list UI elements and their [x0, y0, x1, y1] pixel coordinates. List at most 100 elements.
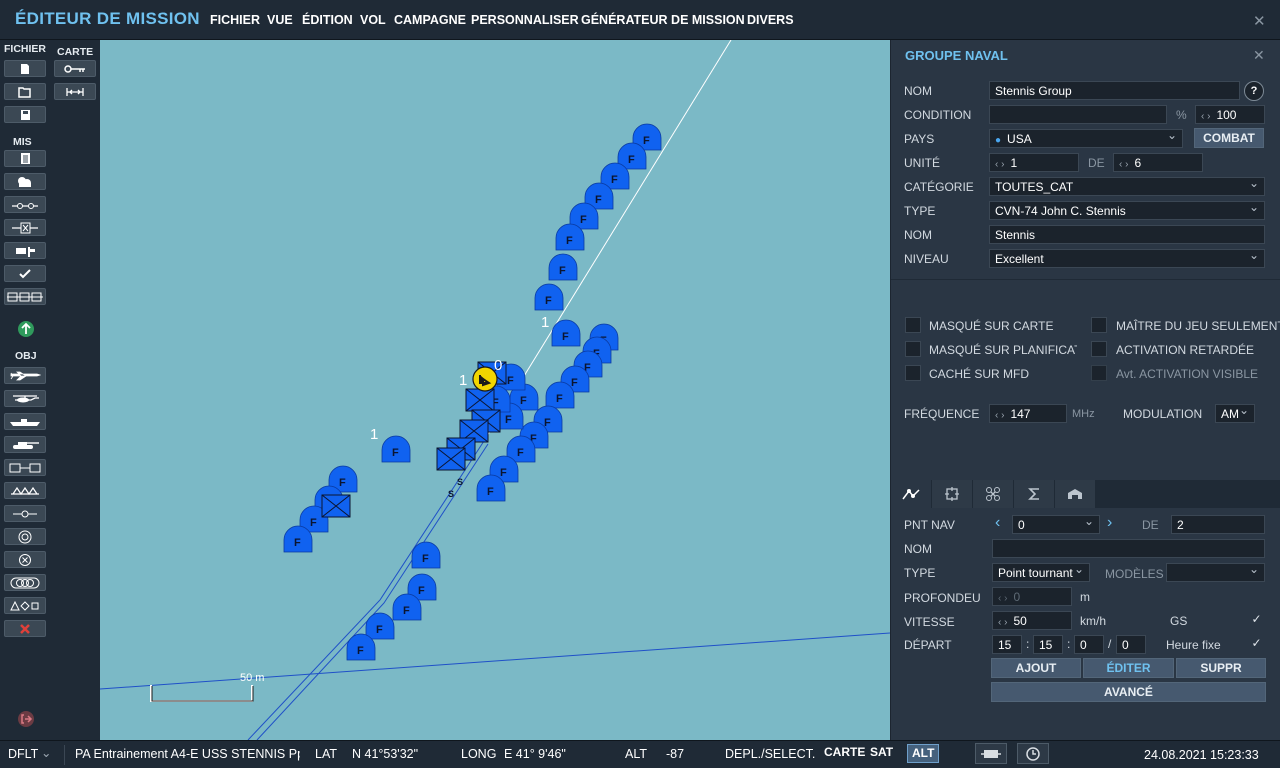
group-button[interactable] [4, 288, 46, 305]
hidden-on-planner-checkbox[interactable] [905, 341, 921, 357]
map-ruler-button[interactable] [54, 83, 96, 100]
layers-button[interactable] [975, 743, 1007, 764]
open-file-button[interactable] [4, 83, 46, 100]
waypoint-select[interactable]: 0 [1012, 515, 1100, 534]
add-helicopter-button[interactable] [4, 390, 46, 407]
add-ship-button[interactable] [4, 413, 46, 430]
modulation-select[interactable]: AM [1215, 404, 1255, 423]
menu-file[interactable]: FICHIER [210, 13, 260, 27]
flag-button[interactable] [4, 242, 46, 259]
menu-campaign[interactable]: CAMPAGNE [394, 13, 466, 27]
briefing-button[interactable] [4, 150, 46, 167]
naval-unit-marker[interactable]: F [555, 223, 585, 251]
late-activation-checkbox[interactable] [1091, 341, 1107, 357]
menu-customize[interactable]: PERSONNALISER [471, 13, 579, 27]
naval-unit-marker[interactable]: F [411, 541, 441, 569]
naval-unit-marker[interactable]: F [346, 633, 376, 661]
chevron-left-icon[interactable]: ‹ [995, 514, 1000, 532]
add-waypoint-button[interactable] [4, 505, 46, 522]
check-button[interactable] [4, 265, 46, 282]
gs-checkbox[interactable]: ✓ [1249, 612, 1264, 627]
add-template-button[interactable] [4, 574, 46, 591]
exit-icon[interactable] [17, 710, 35, 728]
map-canvas[interactable]: 50 m FFFFFFFFFFFFFFFFFFFFFFFFFFFFFFFFFSS… [100, 40, 890, 740]
tab-payload[interactable] [1055, 480, 1095, 508]
type-select[interactable]: CVN-74 John C. Stennis [989, 201, 1265, 220]
speed-stepper[interactable]: ‹ › 50 [992, 611, 1072, 630]
map-view[interactable]: 50 m FFFFFFFFFFFFFFFFFFFFFFFFFFFFFFFFFSS… [100, 40, 890, 740]
save-file-button[interactable] [4, 106, 46, 123]
add-shapes-button[interactable] [4, 597, 46, 614]
game-master-only-checkbox[interactable] [1091, 317, 1107, 333]
new-file-button[interactable] [4, 60, 46, 77]
tab-targets[interactable] [932, 480, 972, 508]
advanced-button[interactable]: AVANCÉ [991, 682, 1266, 702]
trigger-button[interactable] [4, 219, 46, 236]
menu-misc[interactable]: DIVERS [747, 13, 794, 27]
tab-sum[interactable] [1014, 480, 1054, 508]
add-target-button[interactable] [4, 528, 46, 545]
depart-seconds[interactable]: 0 [1074, 635, 1104, 654]
menu-mission-generator[interactable]: GÉNÉRATEUR DE MISSION [581, 13, 745, 27]
unit-stepper[interactable]: ‹ › 1 [989, 153, 1079, 172]
naval-unit-marker[interactable]: F [476, 474, 506, 502]
arrow-up-icon[interactable] [17, 320, 35, 338]
naval-unit-marker[interactable]: F [545, 381, 575, 409]
tab-route[interactable] [891, 480, 931, 508]
chevron-down-icon[interactable]: ⌄ [41, 745, 51, 760]
add-tank-button[interactable] [4, 436, 46, 453]
delete-waypoint-button[interactable]: SUPPR [1176, 658, 1266, 678]
wp-name-field[interactable] [992, 539, 1265, 558]
add-static-button[interactable] [4, 459, 46, 476]
naval-unit-marker[interactable]: F [381, 435, 411, 463]
menu-view[interactable]: VUE [267, 13, 293, 27]
help-button[interactable]: ? [1244, 81, 1264, 101]
skill-select[interactable]: Excellent [989, 249, 1265, 268]
route-button[interactable] [4, 196, 46, 213]
map-mode-alt[interactable]: ALT [907, 744, 940, 763]
naval-unit-marker[interactable]: F [283, 525, 313, 553]
add-airfield-button[interactable] [4, 482, 46, 499]
naval-unit-box[interactable] [321, 494, 351, 518]
close-icon[interactable]: ✕ [1253, 47, 1265, 64]
depart-day[interactable]: 0 [1116, 635, 1146, 654]
chevron-right-icon[interactable]: › [1107, 514, 1112, 532]
profile-select[interactable]: DFLT [8, 747, 38, 761]
map-mode-sat[interactable]: SAT [866, 744, 897, 763]
waypoint-total-field[interactable]: 2 [1171, 515, 1265, 534]
depart-hours[interactable]: 15 [992, 635, 1022, 654]
naval-unit-box[interactable] [436, 447, 466, 471]
templates-select[interactable] [1166, 563, 1265, 582]
depart-minutes[interactable]: 15 [1033, 635, 1063, 654]
hidden-on-map-checkbox[interactable] [905, 317, 921, 333]
tab-drone[interactable] [973, 480, 1013, 508]
add-waypoint-button[interactable]: AJOUT [991, 658, 1081, 678]
naval-unit-marker[interactable]: F [551, 319, 581, 347]
map-key-button[interactable] [54, 60, 96, 77]
time-button[interactable] [1017, 743, 1049, 764]
close-icon[interactable]: ✕ [1253, 12, 1266, 30]
combat-button[interactable]: COMBAT [1194, 128, 1264, 148]
naval-unit-marker[interactable]: F [392, 593, 422, 621]
naval-unit-marker[interactable]: F [548, 253, 578, 281]
fixed-time-checkbox[interactable]: ✓ [1249, 636, 1264, 651]
menu-flight[interactable]: VOL [360, 13, 386, 27]
category-select[interactable]: TOUTES_CAT [989, 177, 1265, 196]
map-mode-carte[interactable]: CARTE [820, 744, 869, 763]
unit-total-stepper[interactable]: ‹ › 6 [1113, 153, 1203, 172]
frequency-stepper[interactable]: ‹ › 147 [989, 404, 1067, 423]
country-select[interactable]: ● USA [989, 129, 1183, 148]
naval-unit-marker[interactable]: F [365, 612, 395, 640]
add-airplane-button[interactable] [4, 367, 46, 384]
naval-unit-marker[interactable]: F [534, 283, 564, 311]
hidden-on-mfd-checkbox[interactable] [905, 365, 921, 381]
weather-button[interactable] [4, 173, 46, 190]
naval-unit-box[interactable] [465, 388, 495, 412]
condition-percent-stepper[interactable]: ‹ › 100 [1195, 105, 1265, 124]
wp-type-select[interactable]: Point tournant [992, 563, 1090, 582]
add-zone-button[interactable] [4, 551, 46, 568]
unit-name-field[interactable]: Stennis [989, 225, 1265, 244]
group-name-field[interactable]: Stennis Group [989, 81, 1240, 100]
delete-button[interactable] [4, 620, 46, 637]
condition-field[interactable] [989, 105, 1167, 124]
